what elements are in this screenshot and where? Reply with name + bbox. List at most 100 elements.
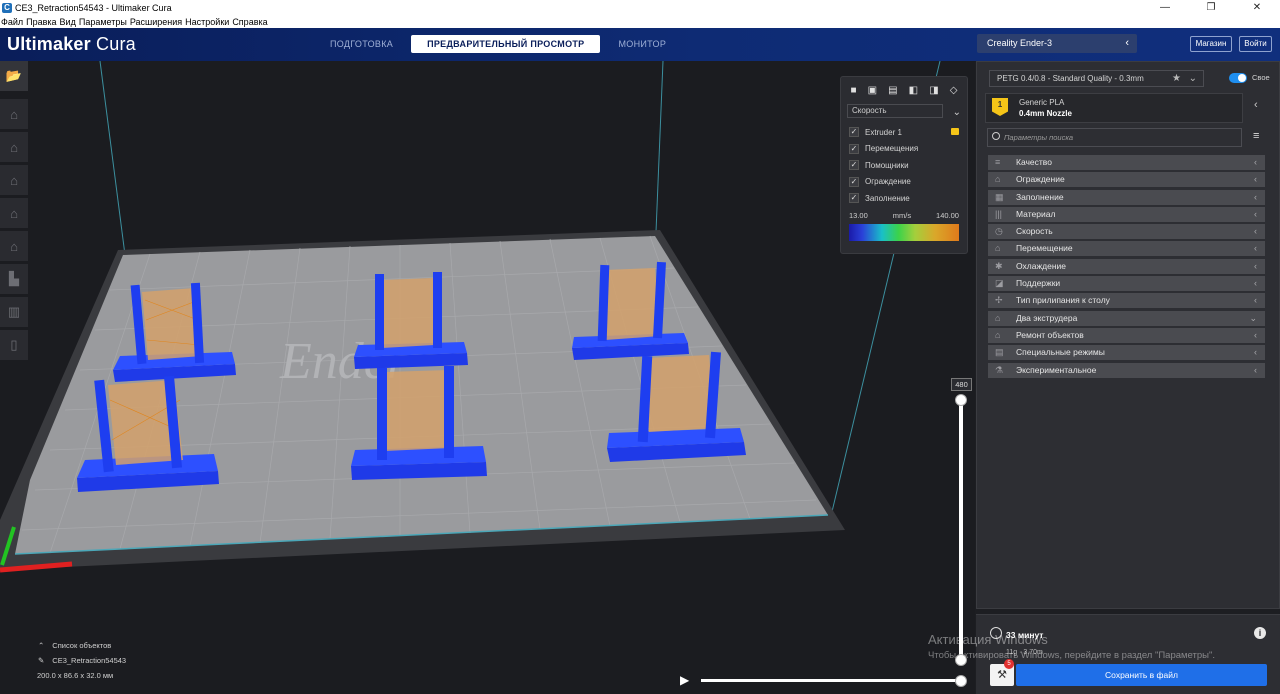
path-slider-handle[interactable] <box>955 675 967 687</box>
open-file-button[interactable]: 📂 <box>0 61 28 91</box>
left-view-icon[interactable]: ◧ <box>909 85 918 96</box>
menu-view[interactable]: Вид <box>60 17 76 27</box>
object-list-toggle[interactable]: ⌃ Список объектов <box>38 641 126 650</box>
printer-selector[interactable]: Creality Ender-3 ‹ <box>977 34 1137 53</box>
printer-name: Creality Ender-3 <box>987 38 1053 48</box>
layer-number-input[interactable]: 480 <box>951 378 972 391</box>
category-material[interactable]: ||| Материал ‹ <box>988 206 1265 222</box>
legend-label: Помощники <box>865 160 909 170</box>
sign-in-button[interactable]: Войти <box>1239 36 1272 52</box>
save-to-file-button[interactable]: Сохранить в файл <box>1016 664 1267 686</box>
cooling-fan-icon: ✱ <box>995 260 1003 271</box>
tool-8[interactable]: ▥ <box>0 297 28 327</box>
object-name-row[interactable]: ✎ CE3_Retraction54543 <box>38 656 126 665</box>
menu-file[interactable]: Файл <box>1 17 23 27</box>
category-special-modes[interactable]: ▤ Специальные режимы ‹ <box>988 345 1265 361</box>
settings-search-input[interactable]: Параметры поиска <box>987 128 1242 147</box>
layer-slider-upper-handle[interactable] <box>955 394 967 406</box>
marketplace-button[interactable]: Магазин <box>1190 36 1232 52</box>
checkbox[interactable]: ✓ <box>849 127 859 138</box>
category-dual-extrusion[interactable]: ⌂ Два экструдера ⌄ <box>988 310 1265 326</box>
path-slider-track[interactable] <box>701 679 963 682</box>
mirror-tool[interactable]: ⌂ <box>0 198 28 228</box>
chevron-down-icon: ⌄ <box>1249 312 1257 323</box>
checkbox[interactable]: ✓ <box>849 193 859 204</box>
category-shell[interactable]: ⌂ Ограждение ‹ <box>988 172 1265 188</box>
rotate-tool[interactable]: ⌂ <box>0 165 28 195</box>
star-icon[interactable]: ★ <box>1172 71 1181 86</box>
scale-icon: ⌂ <box>10 139 18 155</box>
search-icon <box>992 132 1000 140</box>
chevron-left-icon: ‹ <box>1254 208 1257 219</box>
stage-tabs: ПОДГОТОВКА ПРЕДВАРИТЕЛЬНЫЙ ПРОСМОТР МОНИ… <box>312 35 684 53</box>
checkbox[interactable]: ✓ <box>849 176 859 187</box>
maximize-button[interactable]: ❐ <box>1188 0 1234 15</box>
checkbox[interactable]: ✓ <box>849 160 859 171</box>
tab-preview[interactable]: ПРЕДВАРИТЕЛЬНЫЙ ПРОСМОТР <box>411 35 601 53</box>
category-experimental[interactable]: ⚗ Экспериментальное ‹ <box>988 362 1265 378</box>
support-icon: ◪ <box>995 278 1004 289</box>
menu-bar: Файл Правка Вид Параметры Расширения Нас… <box>0 15 1280 28</box>
legend-row-shell[interactable]: ✓ Ограждение <box>841 174 967 191</box>
menu-help[interactable]: Справка <box>232 17 267 27</box>
chevron-down-icon[interactable]: ⌄ <box>953 107 961 118</box>
tab-monitor[interactable]: МОНИТОР <box>600 35 684 53</box>
category-cooling[interactable]: ✱ Охлаждение ‹ <box>988 258 1265 274</box>
chevron-left-icon: ‹ <box>1254 295 1257 306</box>
support-blocker-tool[interactable]: ▙ <box>0 264 28 294</box>
extruder-material: Generic PLA <box>1019 98 1065 107</box>
play-simulation-button[interactable]: ▶ <box>680 673 689 687</box>
category-adhesion[interactable]: ✢ Тип прилипания к столу ‹ <box>988 293 1265 309</box>
color-scheme-select[interactable]: Скорость <box>847 104 943 118</box>
per-model-settings-tool[interactable]: ⌂ <box>0 231 28 261</box>
legend-row-helpers[interactable]: ✓ Помощники <box>841 157 967 174</box>
tool-9[interactable]: ▯ <box>0 330 28 360</box>
top-view-icon[interactable]: ▤ <box>888 85 897 96</box>
info-icon[interactable]: i <box>1254 627 1266 639</box>
scale-tool[interactable]: ⌂ <box>0 132 28 162</box>
legend-row-infill[interactable]: ✓ Заполнение <box>841 190 967 207</box>
extruder-card[interactable]: 1 Generic PLA 0.4mm Nozzle <box>985 93 1243 123</box>
legend-row-extruder[interactable]: ✓ Extruder 1 <box>841 124 967 141</box>
3d-viewport[interactable]: Ender <box>0 61 975 694</box>
legend-label: Заполнение <box>865 193 910 203</box>
adhesion-icon: ✢ <box>995 295 1003 306</box>
activation-watermark-text: Чтобы активировать Windows, перейдите в … <box>928 650 1215 661</box>
chevron-left-icon: ‹ <box>1254 260 1257 271</box>
category-mesh-fixes[interactable]: ⌂ Ремонт объектов ‹ <box>988 327 1265 343</box>
checkbox[interactable]: ✓ <box>849 143 859 154</box>
shell-icon: ⌂ <box>995 174 1001 185</box>
chevron-left-icon: ‹ <box>1254 157 1257 167</box>
layer-slider-track[interactable] <box>959 400 963 662</box>
close-button[interactable]: ✕ <box>1234 0 1280 15</box>
chevron-left-icon[interactable]: ‹ <box>1254 99 1258 111</box>
left-toolbar: 📂 ⌂ ⌂ ⌂ ⌂ ⌂ ▙ ▥ ▯ <box>0 61 30 363</box>
menu-settings[interactable]: Параметры <box>79 17 127 27</box>
tab-prepare[interactable]: ПОДГОТОВКА <box>312 35 411 53</box>
menu-extensions[interactable]: Расширения <box>130 17 182 27</box>
speed-icon: ◷ <box>995 226 1003 237</box>
move-tool[interactable]: ⌂ <box>0 99 28 129</box>
menu-preferences[interactable]: Настройки <box>185 17 229 27</box>
category-support[interactable]: ◪ Поддержки ‹ <box>988 276 1265 292</box>
minimize-button[interactable]: — <box>1142 0 1188 15</box>
xray-view-icon[interactable]: ◇ <box>950 85 958 96</box>
extruder-badge: 1 <box>992 98 1008 116</box>
chevron-left-icon: ‹ <box>1254 329 1257 340</box>
menu-edit[interactable]: Правка <box>26 17 56 27</box>
category-travel[interactable]: ⌂ Перемещение ‹ <box>988 241 1265 257</box>
category-infill[interactable]: ▦ Заполнение ‹ <box>988 189 1265 205</box>
profile-selector[interactable]: PETG 0.4/0.8 - Standard Quality - 0.3mm … <box>989 70 1204 87</box>
profile-name: PETG 0.4/0.8 - Standard Quality - 0.3mm <box>997 74 1144 83</box>
right-view-icon[interactable]: ◨ <box>929 85 938 96</box>
chevron-left-icon: ‹ <box>1254 364 1257 375</box>
3d-view-icon[interactable]: ■ <box>851 85 857 96</box>
hamburger-menu-icon[interactable]: ≡ <box>1253 130 1259 142</box>
front-view-icon[interactable]: ▣ <box>868 85 877 96</box>
chevron-left-icon: ‹ <box>1125 37 1129 49</box>
chevron-left-icon: ‹ <box>1254 243 1257 254</box>
category-speed[interactable]: ◷ Скорость ‹ <box>988 224 1265 240</box>
custom-mode-toggle[interactable] <box>1229 73 1247 83</box>
legend-row-travels[interactable]: ✓ Перемещения <box>841 141 967 158</box>
category-quality[interactable]: ≡ Качество ‹ <box>988 155 1265 170</box>
